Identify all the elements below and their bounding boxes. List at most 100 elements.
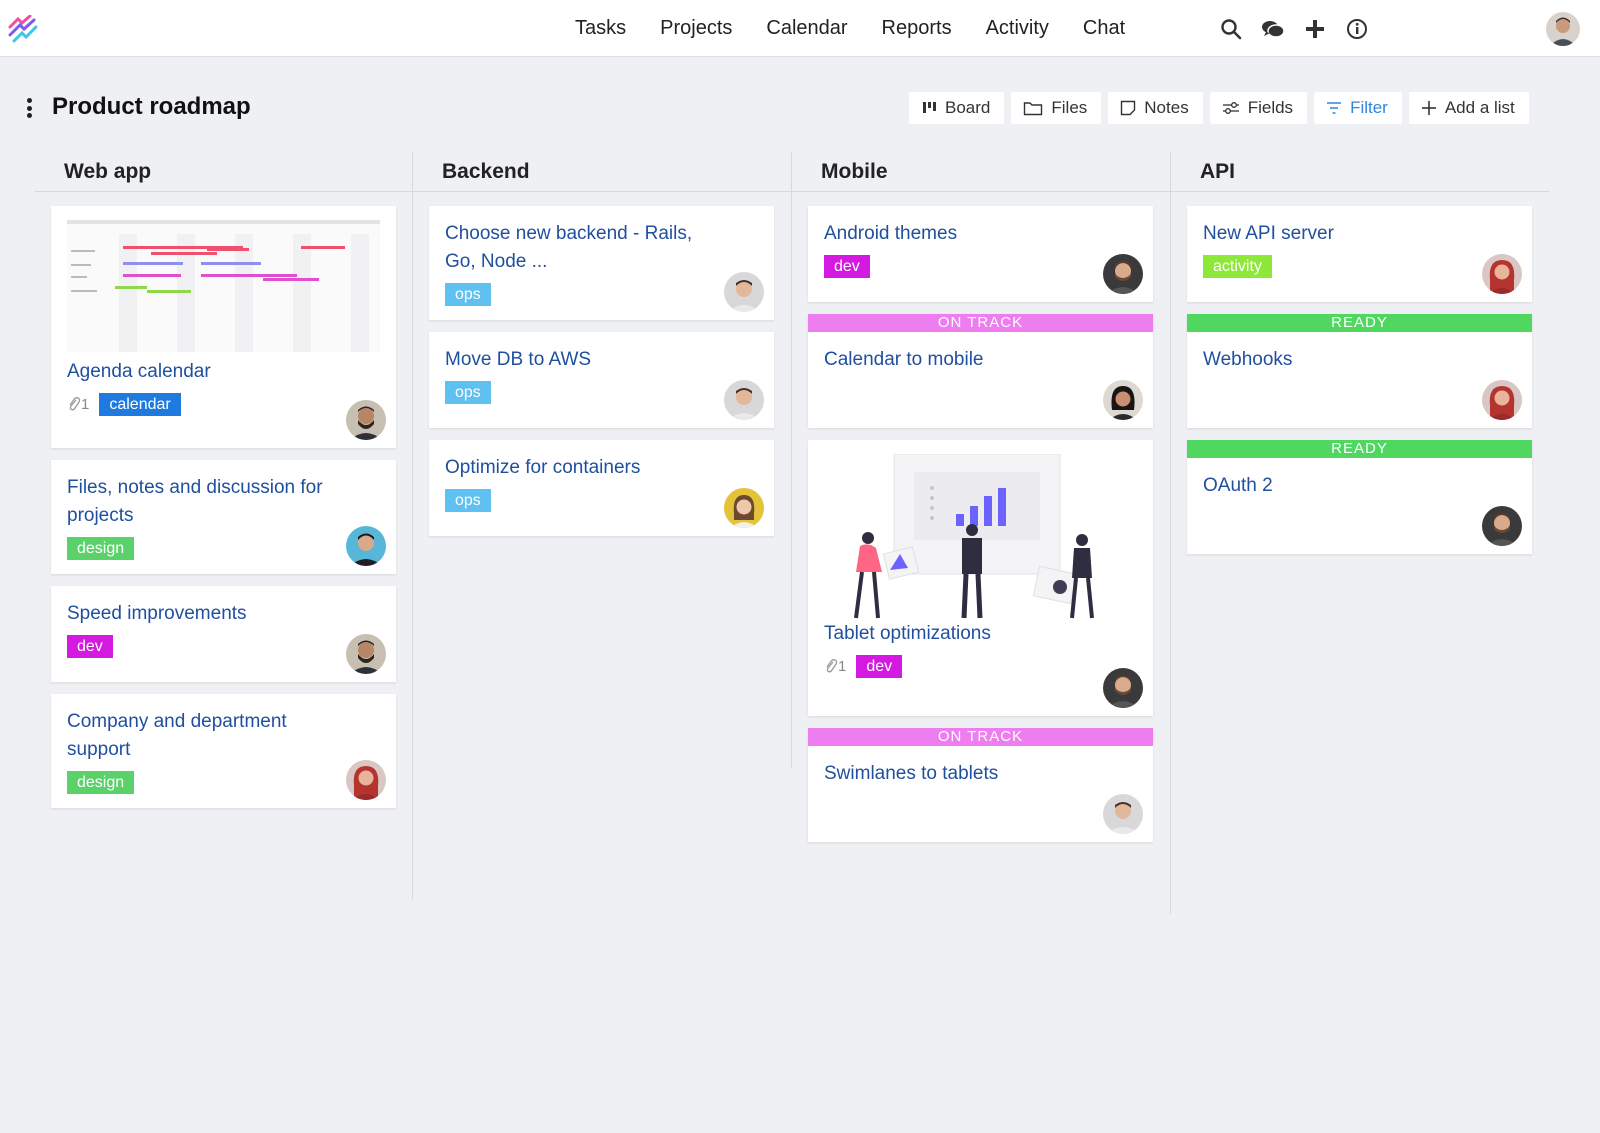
filter-button[interactable]: Filter — [1314, 92, 1402, 124]
paperclip-icon — [826, 659, 838, 673]
card-title: Android themes — [824, 223, 958, 244]
info-icon[interactable] — [1344, 16, 1370, 42]
tag-calendar[interactable]: calendar — [99, 392, 181, 416]
tag-dev[interactable]: dev — [67, 634, 113, 658]
tag-dev[interactable]: dev — [824, 254, 870, 278]
column-header[interactable]: Web app — [35, 152, 413, 192]
files-label: Files — [1051, 98, 1088, 117]
assignee-avatar[interactable] — [1482, 254, 1522, 294]
sliders-icon — [1222, 100, 1240, 116]
column-header[interactable]: API — [1171, 152, 1549, 192]
card-title: Webhooks — [1203, 349, 1293, 370]
tag-design[interactable]: design — [67, 770, 135, 794]
assignee-avatar[interactable] — [346, 760, 386, 800]
column-web-app: Web app Agenda calendar 1 calendar Files… — [35, 152, 413, 820]
card-title: Move DB to AWS — [445, 349, 592, 370]
assignee-avatar[interactable] — [724, 380, 764, 420]
nav-reports[interactable]: Reports — [882, 17, 952, 40]
board-icon — [921, 100, 937, 116]
search-icon[interactable] — [1218, 16, 1244, 42]
card-tablet-optimizations[interactable]: Tablet optimizations 1 dev — [808, 440, 1153, 716]
nav-tasks[interactable]: Tasks — [575, 17, 626, 40]
nav-activity[interactable]: Activity — [986, 17, 1049, 40]
gantt-thumbnail — [51, 206, 396, 352]
tag-ops[interactable]: ops — [445, 380, 491, 404]
card-title: OAuth 2 — [1203, 475, 1273, 496]
card-files-notes[interactable]: Files, notes and discussion for projects… — [51, 460, 396, 574]
add-list-button[interactable]: Add a list — [1408, 92, 1529, 124]
column-header[interactable]: Mobile — [792, 152, 1170, 192]
tag-dev[interactable]: dev — [856, 654, 903, 678]
user-avatar[interactable] — [1546, 12, 1580, 46]
board-button[interactable]: Board — [909, 92, 1005, 124]
card-title: Files, notes and discussion for projects — [67, 477, 323, 526]
card-calendar-to-mobile[interactable]: ON TRACK Calendar to mobile — [808, 314, 1153, 428]
column-header[interactable]: Backend — [413, 152, 791, 192]
folder-icon — [1023, 100, 1043, 116]
assignee-avatar[interactable] — [1482, 506, 1522, 546]
card-choose-backend[interactable]: Choose new backend - Rails, Go, Node ...… — [429, 206, 774, 320]
card-title: Company and department support — [67, 711, 287, 760]
card-agenda-calendar[interactable]: Agenda calendar 1 calendar — [51, 206, 396, 448]
card-company-support[interactable]: Company and department support design — [51, 694, 396, 808]
assignee-avatar[interactable] — [346, 526, 386, 566]
top-bar: Tasks Projects Calendar Reports Activity… — [0, 0, 1600, 57]
card-optimize-containers[interactable]: Optimize for containers ops — [429, 440, 774, 536]
assignee-avatar[interactable] — [1103, 254, 1143, 294]
tag-ops[interactable]: ops — [445, 282, 491, 306]
board-toolbar: Board Files Notes Fields Filter Add a li… — [909, 92, 1529, 124]
assignee-avatar[interactable] — [724, 488, 764, 528]
paperclip-icon — [69, 397, 81, 411]
nav-chat[interactable]: Chat — [1083, 17, 1125, 40]
fields-label: Fields — [1247, 98, 1294, 117]
column-api: API New API server activity READY Webhoo… — [1171, 152, 1549, 566]
filter-icon — [1326, 101, 1342, 115]
nav-calendar[interactable]: Calendar — [766, 17, 847, 40]
notes-button[interactable]: Notes — [1108, 92, 1203, 124]
card-title: Swimlanes to tablets — [824, 763, 999, 784]
chat-bubbles-icon[interactable] — [1260, 16, 1286, 42]
card-title: Tablet optimizations — [824, 623, 991, 644]
nav-projects[interactable]: Projects — [660, 17, 732, 40]
status-ready: READY — [1187, 440, 1532, 458]
assignee-avatar[interactable] — [346, 400, 386, 440]
tag-design[interactable]: design — [67, 536, 135, 560]
note-icon — [1120, 100, 1136, 116]
nav-icons — [1218, 16, 1370, 42]
card-move-db[interactable]: Move DB to AWS ops — [429, 332, 774, 428]
notes-label: Notes — [1144, 98, 1189, 117]
assignee-avatar[interactable] — [724, 272, 764, 312]
card-swimlanes-to-tablets[interactable]: ON TRACK Swimlanes to tablets — [808, 728, 1153, 842]
card-title: Optimize for containers — [445, 457, 641, 478]
plus-icon[interactable] — [1302, 16, 1328, 42]
tag-ops[interactable]: ops — [445, 488, 491, 512]
project-menu-icon[interactable] — [26, 98, 32, 118]
card-title: Calendar to mobile — [824, 349, 984, 370]
assignee-avatar[interactable] — [1103, 794, 1143, 834]
attachment-count: 1 — [67, 396, 89, 413]
card-title: Speed improvements — [67, 603, 247, 624]
card-title: Agenda calendar — [67, 361, 211, 382]
assignee-avatar[interactable] — [1482, 380, 1522, 420]
attachment-count-label: 1 — [81, 395, 90, 413]
assignee-avatar[interactable] — [346, 634, 386, 674]
status-on-track: ON TRACK — [808, 728, 1153, 746]
card-new-api-server[interactable]: New API server activity — [1187, 206, 1532, 302]
attachment-count: 1 — [824, 658, 846, 675]
files-button[interactable]: Files — [1011, 92, 1102, 124]
column-backend: Backend Choose new backend - Rails, Go, … — [413, 152, 791, 548]
illustration-thumbnail — [808, 440, 1153, 620]
assignee-avatar[interactable] — [1103, 380, 1143, 420]
status-ready: READY — [1187, 314, 1532, 332]
tag-activity[interactable]: activity — [1203, 254, 1272, 278]
assignee-avatar[interactable] — [1103, 668, 1143, 708]
card-speed-improvements[interactable]: Speed improvements dev — [51, 586, 396, 682]
plus-icon — [1421, 100, 1437, 116]
filter-label: Filter — [1350, 98, 1388, 117]
card-webhooks[interactable]: READY Webhooks — [1187, 314, 1532, 428]
app-logo-icon[interactable] — [8, 14, 38, 43]
main-nav: Tasks Projects Calendar Reports Activity… — [575, 0, 1159, 57]
card-android-themes[interactable]: Android themes dev — [808, 206, 1153, 302]
card-oauth-2[interactable]: READY OAuth 2 — [1187, 440, 1532, 554]
fields-button[interactable]: Fields — [1209, 92, 1308, 124]
